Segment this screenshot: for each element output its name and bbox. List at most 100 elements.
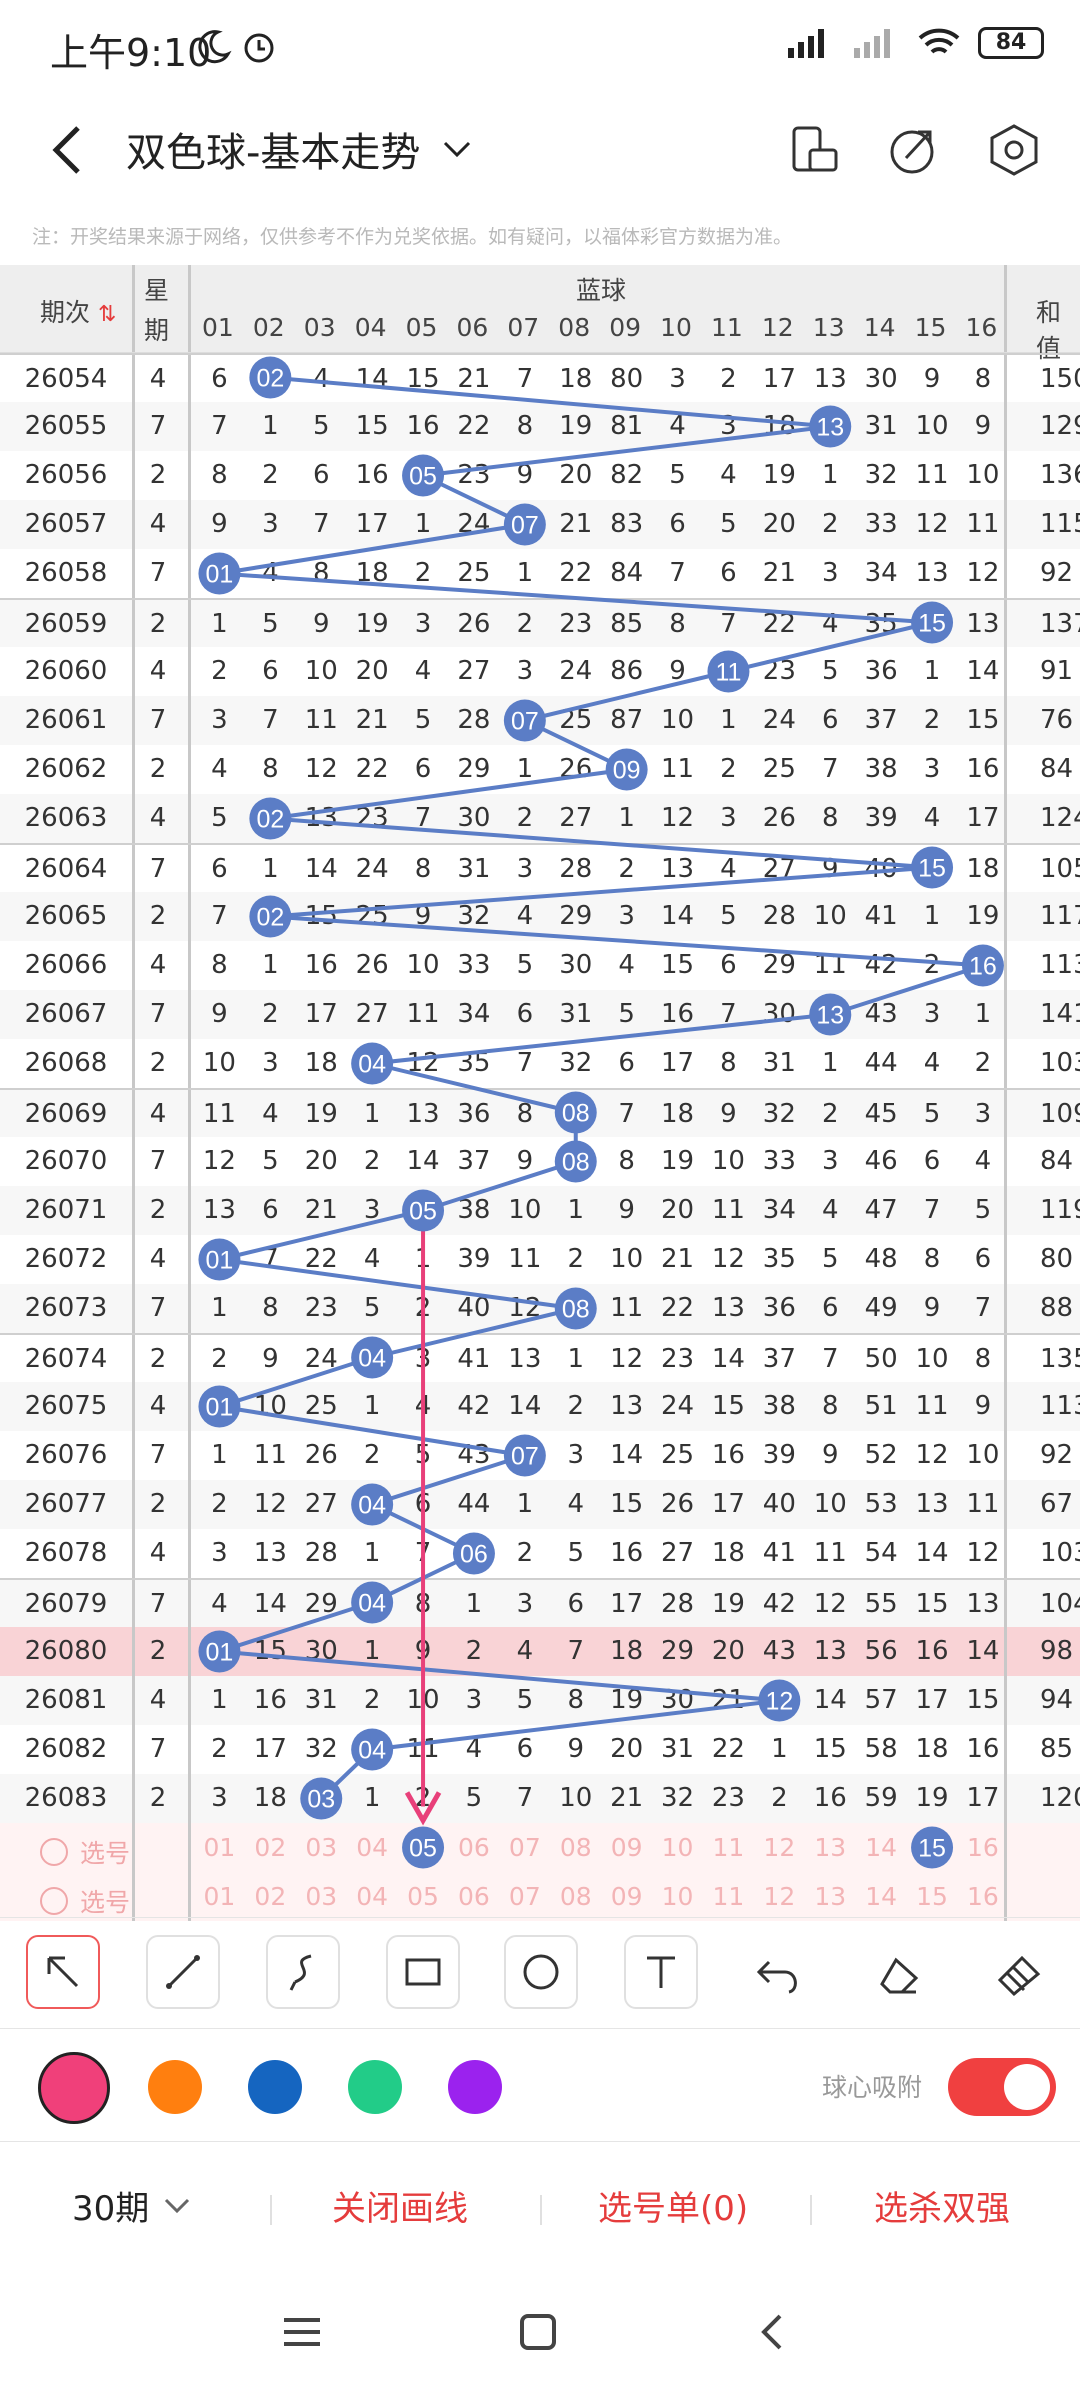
blue-cell: 8 <box>669 609 686 639</box>
curve-tool[interactable] <box>266 1935 340 2009</box>
back-button[interactable] <box>40 120 100 180</box>
eraser-icon[interactable] <box>876 1954 926 1998</box>
blue-cell: 7 <box>262 705 279 735</box>
blue-cell: 13 <box>915 1489 949 1519</box>
pick-number[interactable]: 02 <box>245 1872 296 1921</box>
pick-number[interactable]: 11 <box>703 1872 754 1921</box>
pick-number[interactable]: 15 <box>907 1872 958 1921</box>
blue-cell: 32 <box>864 460 898 490</box>
column-divider <box>1004 892 1007 941</box>
pick-number[interactable]: 13 <box>805 1823 856 1872</box>
blue-cell: 20 <box>304 1146 338 1176</box>
close-lines-button[interactable]: 关闭画线 <box>332 2181 468 2230</box>
blue-cell: 3 <box>821 558 839 588</box>
blue-cell: 38 <box>457 1195 491 1225</box>
circle-tool[interactable] <box>504 1935 578 2009</box>
blue-cell: 5 <box>414 705 432 735</box>
pick-row-label[interactable]: 选号 <box>40 1883 130 1919</box>
sort-icon[interactable]: ⇅ <box>98 302 116 327</box>
blue-cell: 4 <box>974 1146 992 1176</box>
pick-number[interactable]: 12 <box>754 1823 805 1872</box>
pick-number[interactable]: 15 <box>907 1823 958 1872</box>
color-purple[interactable] <box>448 2060 502 2114</box>
pick-number[interactable]: 08 <box>550 1872 601 1921</box>
rectangle-tool[interactable] <box>386 1935 460 2009</box>
text-tool[interactable] <box>624 1935 698 2009</box>
settings-icon[interactable] <box>984 120 1044 180</box>
pick-number[interactable]: 10 <box>652 1872 703 1921</box>
back-nav-icon[interactable] <box>752 2310 796 2354</box>
sum-cell: 105 <box>1040 854 1080 884</box>
pick-number[interactable]: 07 <box>499 1872 550 1921</box>
blue-cell: 7 <box>669 558 686 588</box>
snap-toggle[interactable] <box>948 2058 1056 2116</box>
column-divider <box>1004 1186 1007 1235</box>
blue-col-header: 07 <box>507 313 540 342</box>
period-label: 30期 <box>72 2189 150 2229</box>
blue-cell: 2 <box>211 1489 228 1519</box>
pick-row-label[interactable]: 选号 <box>40 1834 130 1870</box>
pick-number[interactable]: 05 <box>398 1872 449 1921</box>
pick-number[interactable]: 01 <box>194 1872 245 1921</box>
blue-cell: 39 <box>762 1440 796 1470</box>
home-icon[interactable] <box>516 2310 560 2354</box>
column-divider <box>132 1137 135 1186</box>
blue-cell: 26 <box>762 803 796 833</box>
select-circle-icon[interactable] <box>40 1838 68 1866</box>
blue-cell: 15 <box>915 854 949 884</box>
blue-cell: 27 <box>304 1489 338 1519</box>
pick-number[interactable]: 07 <box>499 1823 550 1872</box>
share-icon[interactable] <box>884 120 944 180</box>
pick-number[interactable]: 16 <box>958 1872 1009 1921</box>
color-green[interactable] <box>348 2060 402 2114</box>
blue-cell: 33 <box>864 509 898 539</box>
blue-cell: 8 <box>821 1391 839 1421</box>
blue-cell: 7 <box>923 1195 941 1225</box>
pick-number[interactable]: 04 <box>347 1823 398 1872</box>
color-blue[interactable] <box>248 2060 302 2114</box>
pick-number[interactable]: 09 <box>601 1872 652 1921</box>
pick-number[interactable]: 04 <box>347 1872 398 1921</box>
blue-cell: 9 <box>567 1734 585 1764</box>
pick-number[interactable]: 14 <box>856 1823 907 1872</box>
period-selector[interactable]: 30期 <box>72 2181 191 2230</box>
pick-number[interactable]: 06 <box>449 1823 500 1872</box>
table-row: 2606821031804123573261783114442103 <box>0 1039 1080 1088</box>
pick-number[interactable]: 16 <box>958 1823 1009 1872</box>
week-cell: 7 <box>149 1146 167 1176</box>
pick-number[interactable]: 03 <box>296 1872 347 1921</box>
orientation-icon[interactable] <box>784 120 844 180</box>
select-circle-icon[interactable] <box>40 1887 68 1915</box>
pick-number[interactable]: 12 <box>754 1872 805 1921</box>
col-issue-header[interactable]: 期次 ⇅ <box>40 293 116 329</box>
menu-icon[interactable] <box>280 2310 324 2354</box>
sum-cell: 136 <box>1040 460 1080 490</box>
pick-number[interactable]: 03 <box>296 1823 347 1872</box>
clear-brush-icon[interactable] <box>996 1954 1046 1998</box>
pick-number[interactable]: 05 <box>398 1823 449 1872</box>
pick-number[interactable]: 13 <box>805 1872 856 1921</box>
blue-cell: 6 <box>312 460 330 490</box>
pick-number[interactable]: 14 <box>856 1872 907 1921</box>
pick-number[interactable]: 10 <box>652 1823 703 1872</box>
pick-number[interactable]: 02 <box>245 1823 296 1872</box>
kill-button[interactable]: 选杀双强 <box>874 2181 1010 2230</box>
blue-cell: 1 <box>923 656 941 686</box>
pick-number[interactable]: 08 <box>550 1823 601 1872</box>
pick-number[interactable]: 09 <box>601 1823 652 1872</box>
blue-cell: 44 <box>457 1489 491 1519</box>
issue-cell: 26068 <box>24 1048 108 1078</box>
color-orange[interactable] <box>148 2060 202 2114</box>
color-pink[interactable] <box>38 2052 110 2124</box>
undo-icon[interactable] <box>755 1954 805 1998</box>
table-row: 2607121362130538101920113444775119 <box>0 1186 1080 1235</box>
pointer-tool[interactable] <box>26 1935 100 2009</box>
pick-number[interactable]: 01 <box>194 1823 245 1872</box>
title-dropdown[interactable]: 双色球-基本走势 <box>126 120 472 178</box>
line-tool[interactable] <box>146 1935 220 2009</box>
pick-list-button[interactable]: 选号单(0) <box>598 2181 748 2230</box>
blue-cell: 49 <box>864 1293 898 1323</box>
pick-number[interactable]: 06 <box>449 1872 500 1921</box>
pick-number[interactable]: 11 <box>703 1823 754 1872</box>
blue-cell: 10 <box>813 901 847 931</box>
